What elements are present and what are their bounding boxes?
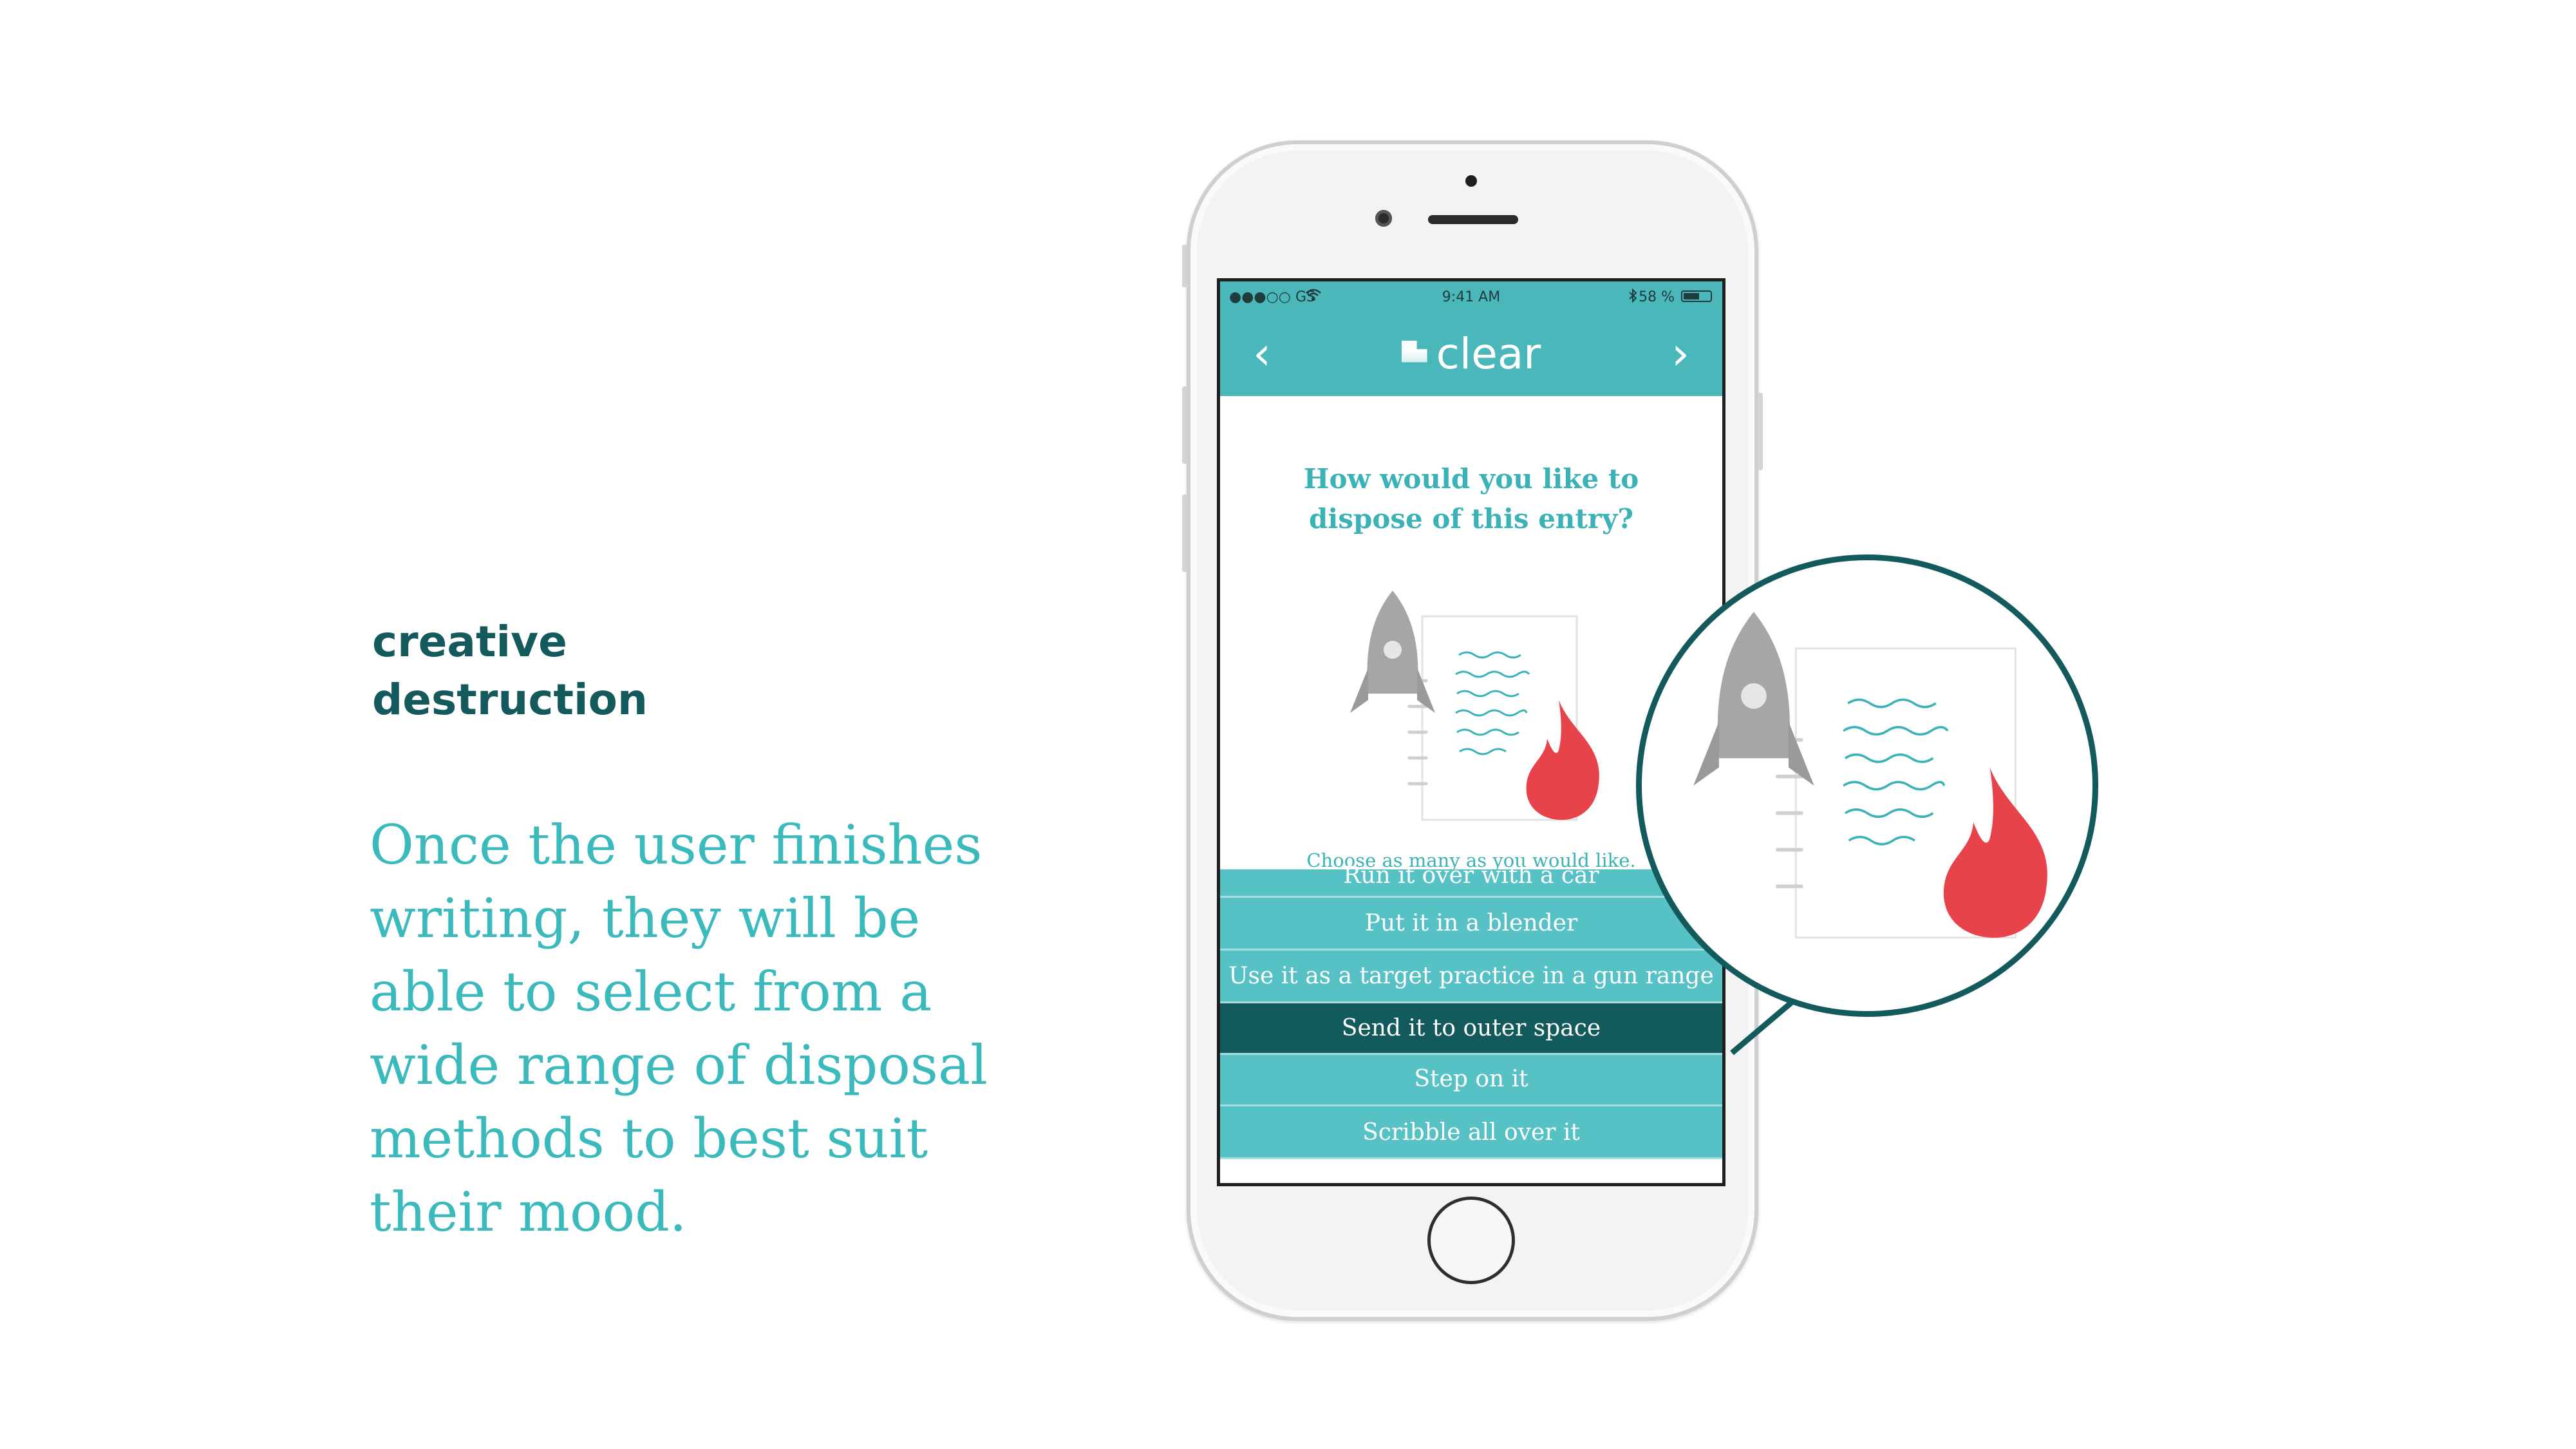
disposal-illustration bbox=[1350, 591, 1599, 821]
option-label: Put it in a blender bbox=[1364, 910, 1578, 936]
section-heading: creative destruction bbox=[372, 613, 648, 729]
front-camera bbox=[1375, 210, 1392, 227]
option-step-on-it[interactable]: Step on it bbox=[1220, 1055, 1722, 1106]
option-label: Step on it bbox=[1414, 1066, 1528, 1092]
description-line: able to select from a bbox=[370, 960, 932, 1023]
option-outer-space[interactable]: Send it to outer space bbox=[1220, 1003, 1722, 1055]
bluetooth-icon bbox=[1628, 288, 1637, 307]
description-line: methods to best suit bbox=[370, 1107, 928, 1170]
home-button[interactable] bbox=[1427, 1197, 1515, 1284]
question-line-1: How would you like to bbox=[1303, 463, 1639, 495]
power-button bbox=[1758, 393, 1763, 470]
earpiece-speaker bbox=[1428, 215, 1518, 224]
volume-up-button bbox=[1182, 386, 1187, 464]
forward-chevron-icon[interactable]: › bbox=[1658, 328, 1703, 379]
proximity-sensor bbox=[1465, 175, 1477, 187]
option-label: Run it over with a car bbox=[1343, 862, 1599, 889]
heading-line-2: destruction bbox=[372, 675, 648, 724]
description-text: Once the user finishes writing, they wil… bbox=[370, 808, 1013, 1249]
mute-switch bbox=[1182, 245, 1187, 287]
battery-icon bbox=[1681, 290, 1712, 302]
option-label: Use it as a target practice in a gun ran… bbox=[1228, 963, 1714, 989]
disposal-question: How would you like to dispose of this en… bbox=[1220, 459, 1722, 539]
option-target-practice[interactable]: Use it as a target practice in a gun ran… bbox=[1220, 951, 1722, 1003]
app-logo: clear bbox=[1220, 329, 1722, 379]
description-line: writing, they will be bbox=[370, 887, 921, 950]
status-bar: ●●●○○ GS 9:41 AM 58 % bbox=[1220, 281, 1722, 312]
zoomed-illustration bbox=[1693, 612, 2047, 939]
description-line: their mood. bbox=[370, 1180, 687, 1244]
option-label: Send it to outer space bbox=[1341, 1015, 1601, 1041]
battery-percentage: 58 % bbox=[1639, 289, 1675, 305]
option-run-over-car[interactable]: Run it over with a car bbox=[1220, 864, 1722, 898]
option-label: Scribble all over it bbox=[1362, 1119, 1580, 1146]
description-line: wide range of disposal bbox=[370, 1034, 988, 1097]
option-blender[interactable]: Put it in a blender bbox=[1220, 898, 1722, 951]
app-navbar: ‹ clear › bbox=[1220, 312, 1722, 396]
heading-line-1: creative bbox=[372, 617, 567, 667]
app-name: clear bbox=[1436, 329, 1541, 379]
question-line-2: dispose of this entry? bbox=[1309, 503, 1633, 535]
zoom-callout bbox=[1636, 554, 2098, 1017]
logo-mark-icon bbox=[1401, 340, 1427, 363]
volume-down-button bbox=[1182, 495, 1187, 572]
option-scribble[interactable]: Scribble all over it bbox=[1220, 1106, 1722, 1159]
description-line: Once the user finishes bbox=[370, 813, 982, 876]
